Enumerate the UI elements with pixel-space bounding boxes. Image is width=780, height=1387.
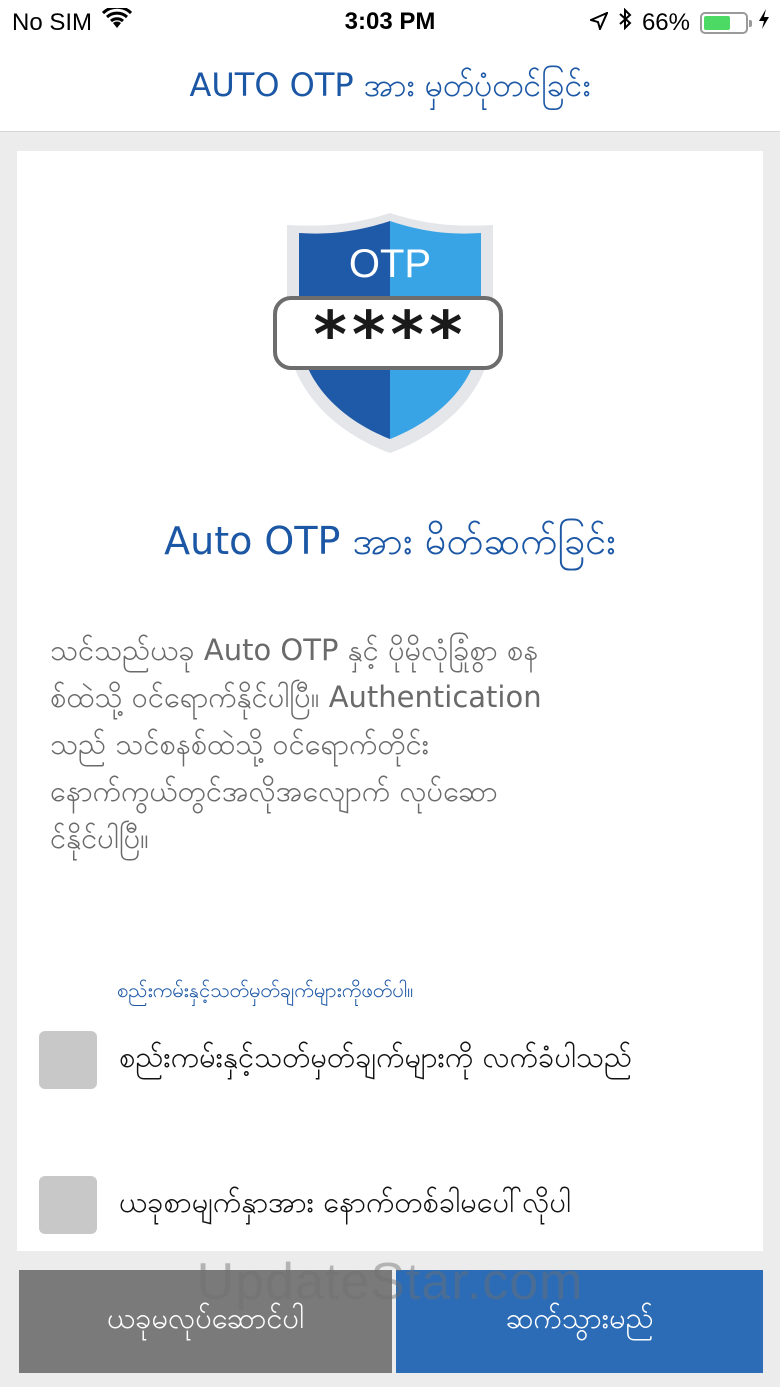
accept-terms-row[interactable]: စည်းကမ်းနှင့်သတ်မှတ်ချက်များကို လက်ခံပါသ… — [39, 1031, 632, 1089]
dont-show-again-row[interactable]: ယခုစာမျက်နှာအား နောက်တစ်ခါမပေါ်လိုပါ — [39, 1176, 571, 1234]
accept-terms-checkbox[interactable] — [39, 1031, 97, 1089]
not-now-button[interactable]: ယခုမလုပ်ဆောင်ပါ — [19, 1270, 392, 1373]
nav-bar: AUTO OTP အား မှတ်ပုံတင်ခြင်း — [0, 44, 780, 132]
description-line: င်နိုင်ပါပြီ။ — [50, 821, 149, 855]
terms-link[interactable]: စည်းကမ်းနှင့်သတ်မှတ်ချက်များကိုဖတ်ပါ။ — [117, 977, 413, 1007]
otp-code-mask: **** — [311, 299, 465, 373]
status-right: 66% — [588, 7, 770, 37]
charging-bolt-icon — [758, 8, 770, 37]
status-bar: No SIM 3:03 PM 66% — [0, 0, 780, 44]
description-line: သည် သင်စနစ်ထဲသို့ ဝင်ရောက်တိုင်း — [50, 727, 430, 761]
battery-percent: 66% — [641, 8, 690, 36]
description-line: သင်သည်ယခု Auto OTP နှင့် ပိုမိုလုံခြုံစွ… — [50, 633, 539, 667]
description-line: နောက်ကွယ်တွင်အလိုအလျောက် လုပ်ဆော — [50, 774, 498, 808]
battery-icon — [700, 11, 752, 34]
card-description: သင်သည်ယခု Auto OTP နှင့် ပိုမိုလုံခြုံစွ… — [50, 627, 710, 862]
intro-card: OTP **** Auto OTP အား မိတ်ဆက်ခြင်း သင်သည… — [17, 151, 763, 1251]
battery-level — [704, 15, 731, 30]
page-title: AUTO OTP အား မှတ်ပုံတင်ခြင်း — [189, 65, 591, 104]
location-arrow-icon — [588, 9, 609, 37]
dont-show-again-checkbox[interactable] — [39, 1176, 97, 1234]
accept-terms-label[interactable]: စည်းကမ်းနှင့်သတ်မှတ်ချက်များကို လက်ခံပါသ… — [119, 1039, 632, 1082]
bluetooth-icon — [618, 7, 632, 37]
dont-show-again-label[interactable]: ယခုစာမျက်နှာအား နောက်တစ်ခါမပေါ်လိုပါ — [119, 1184, 571, 1227]
otp-shield-icon: OTP **** — [273, 207, 507, 457]
otp-label: OTP — [349, 242, 431, 286]
description-line: စ်ထဲသို့ ဝင်ရောက်နိုင်ပါပြီ။ Authenticat… — [50, 680, 542, 714]
continue-button[interactable]: ဆက်သွားမည် — [396, 1270, 763, 1373]
card-title: Auto OTP အား မိတ်ဆက်ခြင်း — [164, 519, 616, 563]
